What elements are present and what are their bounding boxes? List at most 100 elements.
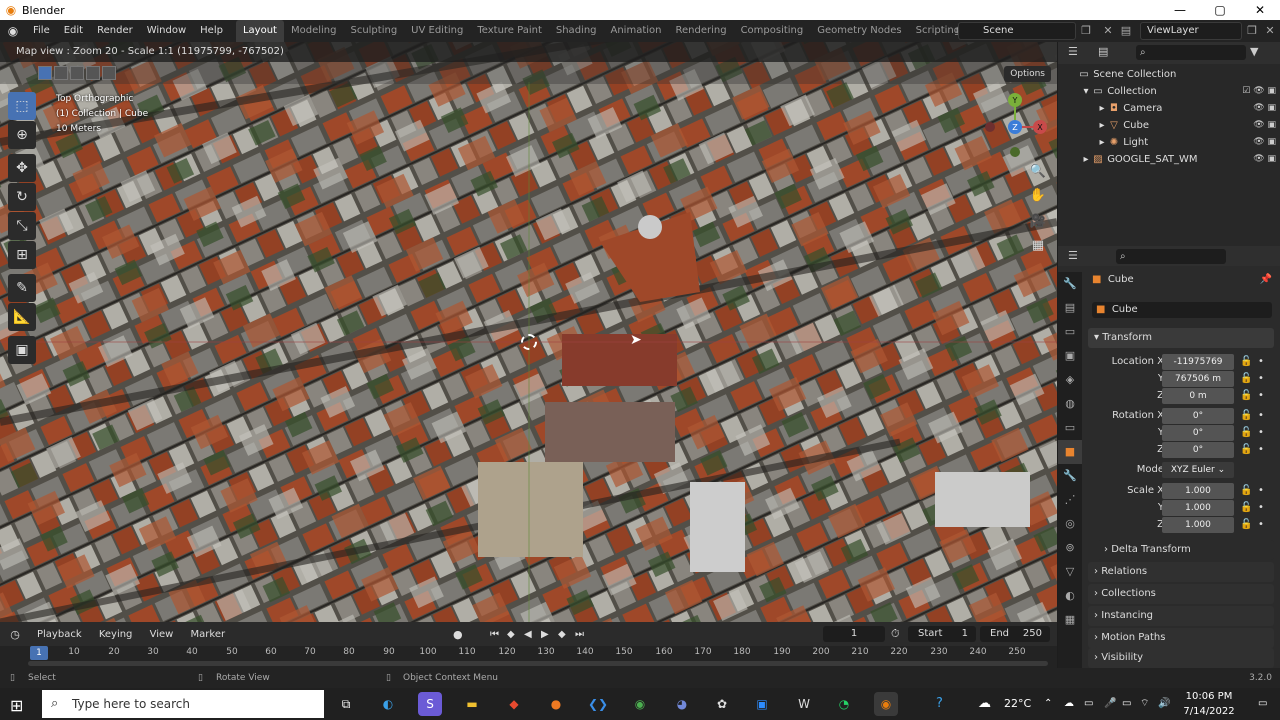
menu-playback[interactable]: Playback (30, 629, 89, 640)
scene-selector[interactable]: Scene (958, 22, 1076, 40)
data-tab-icon[interactable]: ▽ (1058, 560, 1082, 584)
display-mode-icon[interactable]: ▤ (1098, 45, 1108, 58)
chrome-icon[interactable]: ◉ (628, 692, 652, 716)
relations-panel[interactable]: › Relations (1088, 562, 1274, 582)
jump-start-icon[interactable]: ⏮ (490, 629, 499, 640)
tab-sculpting[interactable]: Sculpting (343, 20, 404, 42)
properties-search-input[interactable]: ⌕ (1116, 249, 1226, 264)
timeline-scrollbar[interactable] (28, 661, 1048, 666)
filter-icon[interactable]: ▼ (1250, 45, 1258, 58)
outliner-item-cube[interactable]: ▸ ▽ Cube 👁 ▣ (1058, 117, 1280, 134)
git-icon[interactable]: ◆ (502, 692, 526, 716)
menu-edit[interactable]: Edit (57, 20, 90, 42)
start-frame-field[interactable]: Start 1 (908, 626, 976, 642)
measure-tool-icon[interactable]: 📐 (8, 303, 36, 331)
edge-icon[interactable]: ◐ (376, 692, 400, 716)
select-extend-icon[interactable] (54, 66, 68, 80)
app-icon[interactable]: ✿ (710, 692, 734, 716)
record-icon[interactable]: ● (453, 628, 463, 641)
scale-z-field[interactable]: 1.000 (1162, 517, 1234, 533)
constraints-tab-icon[interactable]: ⊚ (1058, 536, 1082, 560)
lock-icon[interactable]: 🔓 (1240, 442, 1252, 458)
expand-arrow-icon[interactable]: ▸ (1096, 100, 1108, 117)
close-scene-icon[interactable]: ✕ (1100, 23, 1116, 39)
discord-icon[interactable]: ◕ (670, 692, 694, 716)
outliner-editor-icon[interactable]: ☰ (1068, 45, 1078, 58)
keyframe-dot-icon[interactable]: • (1258, 388, 1264, 404)
scale-x-field[interactable]: 1.000 (1162, 483, 1234, 499)
menu-render[interactable]: Render (90, 20, 140, 42)
menu-help[interactable]: Help (193, 20, 230, 42)
wifi-icon[interactable]: ⌔ (1140, 688, 1149, 720)
select-invert-icon[interactable] (86, 66, 100, 80)
tab-shading[interactable]: Shading (549, 20, 604, 42)
expand-arrow-icon[interactable]: ▸ (1080, 151, 1092, 168)
zoom-icon[interactable]: 🔍 (1028, 162, 1048, 182)
cursor-tool-icon[interactable]: ⊕ (8, 121, 36, 149)
location-x-field[interactable]: -11975769 (1162, 354, 1234, 370)
editor-type-clock-icon[interactable]: ◷ (0, 628, 30, 641)
lock-icon[interactable]: 🔓 (1240, 500, 1252, 516)
tab-animation[interactable]: Animation (604, 20, 669, 42)
keyframe-dot-icon[interactable]: • (1258, 354, 1264, 370)
tab-compositing[interactable]: Compositing (734, 20, 811, 42)
outliner-item-light[interactable]: ▸ ✺ Light 👁 ▣ (1058, 134, 1280, 151)
postman-icon[interactable]: ● (544, 692, 568, 716)
battery-icon[interactable]: ▭ (1122, 688, 1131, 720)
playhead[interactable]: 1 (30, 646, 48, 660)
zoom-app-icon[interactable]: ▣ (750, 692, 774, 716)
expand-arrow-icon[interactable]: ▸ (1096, 117, 1108, 134)
stopwatch-icon[interactable]: ⏱ (891, 627, 900, 641)
scene-tab-icon[interactable]: ◈ (1058, 368, 1082, 392)
tab-uv-editing[interactable]: UV Editing (404, 20, 470, 42)
tab-layout[interactable]: Layout (235, 20, 284, 42)
menu-view[interactable]: View (143, 629, 181, 640)
particles-tab-icon[interactable]: ⋰ (1058, 488, 1082, 512)
viewlayer-icon[interactable]: ▤ (1118, 23, 1134, 39)
transform-panel-header[interactable]: ▾ Transform (1088, 328, 1274, 348)
menu-keying[interactable]: Keying (92, 629, 140, 640)
outliner-item-google-sat[interactable]: ▸ ▨ GOOGLE_SAT_WM 👁 ▣ (1058, 151, 1280, 168)
prev-keyframe-icon[interactable]: ◆ (507, 629, 515, 640)
visibility-icons[interactable]: 👁 ▣ (1253, 134, 1276, 151)
volume-icon[interactable]: 🔊 (1158, 688, 1170, 720)
temperature[interactable]: 22°C (1004, 688, 1031, 720)
view-layer-tab-icon[interactable]: ▣ (1058, 344, 1082, 368)
outliner-item-camera[interactable]: ▸ ◘ Camera 👁 ▣ (1058, 100, 1280, 117)
keyframe-dot-icon[interactable]: • (1258, 500, 1264, 516)
lock-icon[interactable]: 🔓 (1240, 354, 1252, 370)
maximize-button[interactable]: ▢ (1200, 0, 1240, 20)
next-keyframe-icon[interactable]: ◆ (558, 629, 566, 640)
rotate-tool-icon[interactable]: ↻ (8, 183, 36, 211)
end-frame-field[interactable]: End 250 (980, 626, 1050, 642)
whatsapp-icon[interactable]: ◔ (832, 692, 856, 716)
texture-tab-icon[interactable]: ▦ (1058, 608, 1082, 632)
tab-geometry-nodes[interactable]: Geometry Nodes (810, 20, 908, 42)
select-new-icon[interactable] (38, 66, 52, 80)
visibility-icons[interactable]: 👁 ▣ (1253, 117, 1276, 134)
collection-tab-icon[interactable]: ▭ (1058, 416, 1082, 440)
cloud-sync-icon[interactable]: ☁ (1064, 688, 1074, 720)
outliner-search-input[interactable]: ⌕ (1136, 45, 1246, 60)
keyframe-dot-icon[interactable]: • (1258, 408, 1264, 424)
instancing-panel[interactable]: › Instancing (1088, 606, 1274, 626)
lock-icon[interactable]: 🔓 (1240, 425, 1252, 441)
play-icon[interactable]: ▶ (541, 629, 549, 640)
options-dropdown[interactable]: Options (1004, 66, 1051, 82)
select-box-tool-icon[interactable]: ⬚ (8, 92, 36, 120)
jump-end-icon[interactable]: ⏭ (575, 629, 584, 640)
viewlayer-selector[interactable]: ViewLayer (1140, 22, 1242, 40)
motion-paths-panel[interactable]: › Motion Paths (1088, 628, 1274, 648)
tool-tab-icon[interactable]: 🔧 (1058, 272, 1082, 296)
object-tab-icon[interactable]: ■ (1058, 440, 1082, 464)
lock-icon[interactable]: 🔓 (1240, 483, 1252, 499)
collections-panel[interactable]: › Collections (1088, 584, 1274, 604)
rotation-mode-dropdown[interactable]: XYZ Euler ⌄ (1162, 462, 1234, 478)
scale-y-field[interactable]: 1.000 (1162, 500, 1234, 516)
outliner-item-collection[interactable]: ▾ ▭ Collection ☑ 👁 ▣ (1058, 83, 1280, 100)
menu-file[interactable]: File (26, 20, 57, 42)
keyframe-dot-icon[interactable]: • (1258, 517, 1264, 533)
minimize-button[interactable]: — (1160, 0, 1200, 20)
copy-viewlayer-icon[interactable]: ❐ (1244, 23, 1260, 39)
blender-menu-icon[interactable]: ◉ (0, 24, 26, 38)
